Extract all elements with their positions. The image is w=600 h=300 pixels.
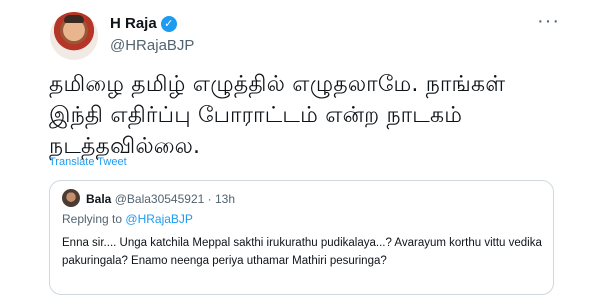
author-avatar[interactable]	[50, 12, 98, 60]
replying-to: Replying to @HRajaBJP	[62, 212, 193, 226]
quoted-header: Bala @Bala30545921 · 13h	[86, 192, 235, 206]
author-handle[interactable]: @HRajaBJP	[110, 37, 194, 54]
verified-badge-icon: ✓	[160, 15, 177, 32]
author-name-row[interactable]: H Raja ✓	[110, 15, 177, 32]
translate-tweet-link[interactable]: Translate Tweet	[49, 156, 127, 168]
replying-prefix: Replying to	[62, 212, 123, 226]
tweet-text: தமிழை தமிழ் எழுத்தில் எழுதலாமே. நாங்கள் …	[49, 72, 506, 159]
quoted-tweet[interactable]: Bala @Bala30545921 · 13h Replying to @HR…	[49, 180, 554, 295]
quoted-author-handle[interactable]: @Bala30545921	[115, 192, 205, 206]
dot-separator: ·	[207, 192, 212, 206]
more-options-icon[interactable]: ···	[537, 10, 560, 33]
quoted-time[interactable]: 13h	[215, 192, 235, 206]
replying-to-handle-link[interactable]: @HRajaBJP	[125, 212, 193, 226]
quoted-author-name[interactable]: Bala	[86, 192, 111, 206]
quoted-author-avatar[interactable]	[62, 189, 80, 207]
tweet[interactable]: H Raja ✓ @HRajaBJP ··· தமிழை தமிழ் எழுத்…	[0, 0, 600, 300]
quoted-tweet-text: Enna sir.... Unga katchila Meppal sakthi…	[62, 237, 542, 267]
author-name[interactable]: H Raja	[110, 15, 157, 32]
